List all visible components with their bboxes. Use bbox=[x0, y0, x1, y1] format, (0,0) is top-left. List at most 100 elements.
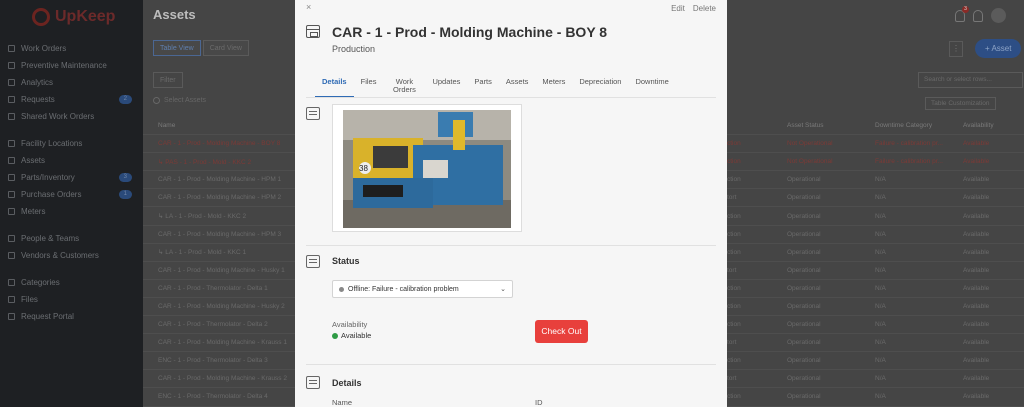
sidebar-item-facility-locations[interactable]: Facility Locations bbox=[0, 135, 143, 152]
table-row[interactable]: CAR - 1 - Prod - Molding Machine - Husky… bbox=[143, 262, 303, 280]
sidebar-item-shared-work-orders[interactable]: Shared Work Orders bbox=[0, 108, 143, 125]
sidebar-item-vendors-customers[interactable]: Vendors & Customers bbox=[0, 247, 143, 264]
select-all[interactable]: Select Assets bbox=[153, 97, 206, 104]
downtime-category-cell: N/A bbox=[875, 194, 886, 202]
table-row[interactable]: ction Not Operational Failure - calibratio… bbox=[727, 135, 1024, 154]
tab-meters[interactable]: Meters bbox=[535, 78, 572, 98]
table-row[interactable]: ENC - 1 - Prod - Thermolator - Delta 4 bbox=[143, 388, 303, 407]
delete-link[interactable]: Delete bbox=[693, 4, 716, 13]
table-row[interactable]: ction Operational N/A Available bbox=[727, 388, 1024, 407]
table-header-downtime-category[interactable]: Downtime Category bbox=[875, 122, 963, 129]
panel-actions: Edit Delete bbox=[671, 4, 716, 13]
table-row[interactable]: tort Operational N/A Available bbox=[727, 189, 1024, 208]
card-view-button[interactable]: Card View bbox=[202, 40, 249, 56]
table-row[interactable]: CAR - 1 - Prod - Thermolator - Delta 1 bbox=[143, 280, 303, 298]
details-section-icon bbox=[306, 376, 320, 389]
tabs-divider bbox=[306, 97, 716, 98]
table-row[interactable]: ction Operational N/A Available bbox=[727, 298, 1024, 317]
table-row[interactable]: ENC - 1 - Prod - Thermolator - Delta 3 bbox=[143, 352, 303, 371]
status-select[interactable]: Offline: Failure - calibration problem ⌄ bbox=[332, 280, 513, 298]
sidebar-item-assets[interactable]: Assets bbox=[0, 152, 143, 169]
help-icon[interactable] bbox=[973, 9, 983, 22]
edit-link[interactable]: Edit bbox=[671, 4, 685, 13]
table-cell: tort bbox=[727, 266, 737, 274]
table-row[interactable]: CAR - 1 - Prod - Molding Machine - Kraus… bbox=[143, 370, 303, 389]
search-input[interactable]: Search or select rows... bbox=[918, 72, 1023, 88]
table-row[interactable]: CAR - 1 - Prod - Molding Machine - Kraus… bbox=[143, 334, 303, 353]
add-asset-button[interactable]: + Asset bbox=[975, 39, 1022, 58]
tab-files[interactable]: Files bbox=[354, 78, 384, 98]
table-cell: tort bbox=[727, 339, 737, 347]
table-row[interactable]: CAR - 1 - Prod - Thermolator - Delta 2 bbox=[143, 316, 303, 335]
table-row[interactable]: ction Operational N/A Available bbox=[727, 171, 1024, 190]
sidebar-item-label: Request Portal bbox=[21, 312, 74, 321]
table-row[interactable]: CAR - 1 - Prod - Molding Machine - HPM 2 bbox=[143, 189, 303, 208]
bell-icon[interactable]: 3 bbox=[955, 5, 969, 22]
table-row[interactable]: CAR - 1 - Prod - Molding Machine - HPM 3 bbox=[143, 226, 303, 244]
meter-icon bbox=[8, 208, 15, 215]
table-row[interactable]: ction Operational N/A Available bbox=[727, 352, 1024, 371]
view-toggle: Table View Card View bbox=[153, 40, 249, 56]
sidebar-item-work-orders[interactable]: Work Orders bbox=[0, 40, 143, 57]
location-icon bbox=[8, 140, 15, 147]
table-row[interactable]: ction Operational N/A Available bbox=[727, 244, 1024, 262]
sidebar-item-analytics[interactable]: Analytics bbox=[0, 74, 143, 91]
sidebar-item-files[interactable]: Files bbox=[0, 291, 143, 308]
downtime-category-cell: N/A bbox=[875, 266, 886, 274]
sidebar-item-purchase-orders[interactable]: Purchase Orders 1 bbox=[0, 186, 143, 203]
sidebar-item-preventive-maintenance[interactable]: Preventive Maintenance bbox=[0, 57, 143, 74]
sidebar-item-request-portal[interactable]: Request Portal bbox=[0, 308, 143, 325]
avatar[interactable] bbox=[991, 8, 1006, 23]
table-header-availability[interactable]: Availability bbox=[963, 122, 1018, 129]
availability-cell: Available bbox=[963, 140, 990, 148]
logo[interactable]: UpKeep bbox=[32, 8, 115, 26]
more-options-button[interactable]: ⋮ bbox=[949, 41, 963, 57]
table-row[interactable]: CAR - 1 - Prod - Molding Machine - BOY 8 bbox=[143, 135, 303, 154]
tab-depreciation[interactable]: Depreciation bbox=[572, 78, 628, 98]
table-row[interactable]: tort Operational N/A Available bbox=[727, 334, 1024, 353]
table-row[interactable]: ction Operational N/A Available bbox=[727, 316, 1024, 335]
categories-icon bbox=[8, 279, 15, 286]
sidebar-item-requests[interactable]: Requests 2 bbox=[0, 91, 143, 108]
sidebar-item-people-teams[interactable]: People & Teams bbox=[0, 230, 143, 247]
close-icon[interactable]: × bbox=[306, 2, 311, 12]
tab-updates[interactable]: Updates bbox=[425, 78, 467, 98]
sidebar-item-meters[interactable]: Meters bbox=[0, 203, 143, 220]
sidebar-item-categories[interactable]: Categories bbox=[0, 274, 143, 291]
table-header-name[interactable]: Name bbox=[143, 117, 303, 136]
check-out-button[interactable]: Check Out bbox=[535, 320, 588, 343]
table-view-button[interactable]: Table View bbox=[153, 40, 201, 56]
sidebar-item-label: Assets bbox=[21, 156, 46, 165]
asset-photo[interactable]: 38 bbox=[332, 104, 522, 232]
sidebar-item-parts-inventory[interactable]: Parts/Inventory 3 bbox=[0, 169, 143, 186]
table-cell: ction bbox=[727, 230, 741, 238]
tab-assets[interactable]: Assets bbox=[499, 78, 536, 98]
sidebar-nav: Work Orders Preventive Maintenance Analy… bbox=[0, 40, 143, 325]
asset-status-cell: Operational bbox=[787, 176, 821, 184]
tab-parts[interactable]: Parts bbox=[467, 78, 499, 98]
table-row[interactable]: CAR - 1 - Prod - Molding Machine - HPM 1 bbox=[143, 171, 303, 190]
table-row[interactable]: tort Operational N/A Available bbox=[727, 370, 1024, 389]
sidebar-item-label: Analytics bbox=[21, 78, 54, 87]
table-row[interactable]: tort Operational N/A Available bbox=[727, 262, 1024, 280]
table-row[interactable]: ction Operational N/A Available bbox=[727, 280, 1024, 298]
downtime-category-cell: N/A bbox=[875, 212, 886, 220]
table-row[interactable]: CAR - 1 - Prod - Molding Machine - Husky… bbox=[143, 298, 303, 317]
table-row[interactable]: ction Not Operational Failure - calibratio… bbox=[727, 153, 1024, 172]
table-header-asset-status[interactable]: Asset Status bbox=[787, 122, 875, 129]
tab-downtime[interactable]: Downtime bbox=[628, 78, 675, 98]
table-row[interactable]: ↳ PAS - 1 - Prod - Mold - KKC 2 bbox=[143, 153, 303, 172]
select-all-checkbox[interactable] bbox=[153, 97, 160, 104]
table-row[interactable]: ↳ LA - 1 - Prod - Mold - KKC 2 bbox=[143, 207, 303, 226]
asset-status-cell: Operational bbox=[787, 339, 821, 347]
asset-subtitle: Production bbox=[332, 44, 376, 54]
people-icon bbox=[8, 235, 15, 242]
tab-details[interactable]: Details bbox=[315, 78, 354, 98]
filter-button[interactable]: Filter bbox=[153, 72, 183, 88]
downtime-category-cell: Failure - calibration pr... bbox=[875, 158, 943, 166]
table-row[interactable]: ction Operational N/A Available bbox=[727, 207, 1024, 226]
table-row[interactable]: ction Operational N/A Available bbox=[727, 226, 1024, 244]
tab-work-orders[interactable]: Work Orders bbox=[383, 78, 425, 98]
table-customization-button[interactable]: Table Customization bbox=[925, 97, 996, 110]
table-row[interactable]: ↳ LA - 1 - Prod - Mold - KKC 1 bbox=[143, 244, 303, 262]
